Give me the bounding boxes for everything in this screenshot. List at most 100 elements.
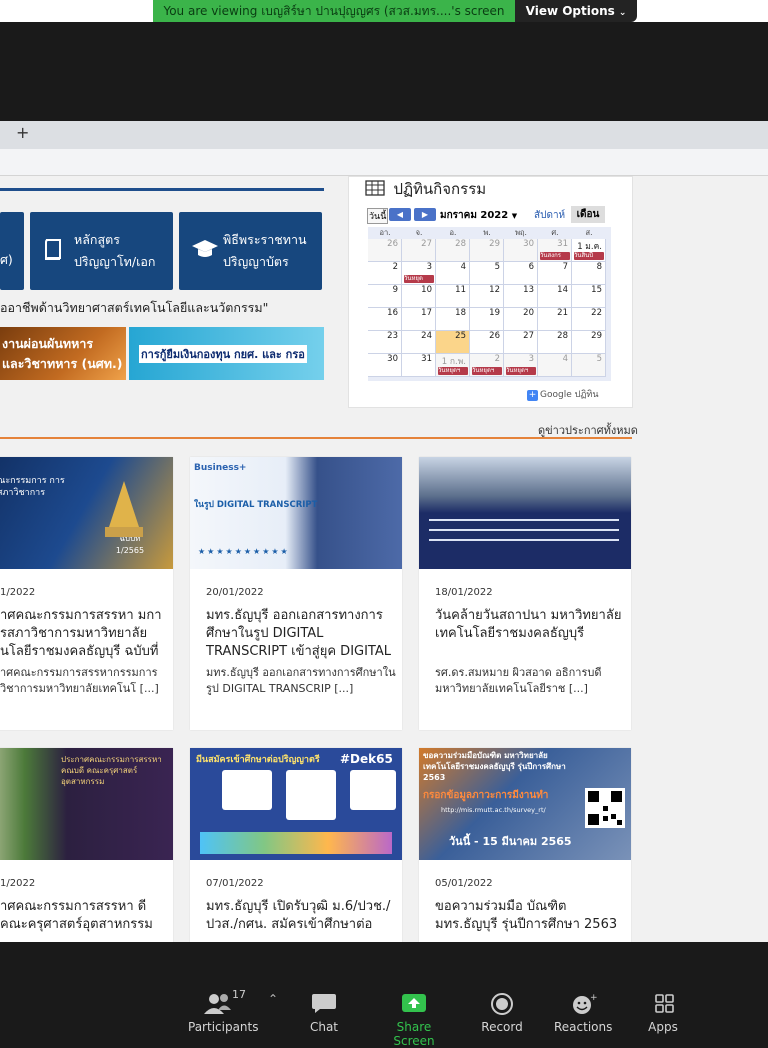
news-card[interactable]: Business+ ในรูป DIGITAL TRANSCRIPT ★★★★★… xyxy=(190,457,402,730)
calendar-event[interactable]: วันสงกร xyxy=(540,252,570,260)
caret-down-icon: ▼ xyxy=(511,212,518,220)
new-tab-button[interactable]: + xyxy=(16,123,29,142)
color-bands xyxy=(200,832,392,854)
calendar-day[interactable]: 20 xyxy=(504,308,538,331)
calendar-day[interactable]: 5 xyxy=(470,262,504,285)
calendar-day[interactable]: 4 xyxy=(436,262,470,285)
calendar-day[interactable]: 28 xyxy=(538,331,572,354)
calendar-dow: พ. xyxy=(483,228,491,237)
calendar-day[interactable]: 27 xyxy=(402,239,436,262)
calendar-day[interactable]: 10 xyxy=(402,285,436,308)
share-screen-button[interactable]: Share Screen xyxy=(375,992,453,1048)
quicklink-tile-graduate-programs[interactable]: หลักสูตร ปริญญาโท/เอก xyxy=(30,212,173,290)
calendar-day[interactable]: 19 xyxy=(470,308,504,331)
news-date: 18/01/2022 xyxy=(435,587,493,598)
calendar-dow: อา. xyxy=(379,228,391,237)
plus-icon: + xyxy=(527,390,538,401)
calendar-day[interactable]: 30 xyxy=(504,239,538,262)
military-service-banner[interactable]: งานผ่อนผันทหาร และวิชาทหาร (นศท.) xyxy=(0,327,126,380)
calendar-day[interactable]: 24 xyxy=(402,331,436,354)
calendar-event[interactable]: วันหยุดฯ xyxy=(506,367,536,375)
add-to-google-calendar[interactable]: + Google ปฏิทิน xyxy=(527,387,598,401)
calendar-day[interactable]: 31 xyxy=(402,354,436,377)
calendar-month-tab[interactable]: เดือน xyxy=(571,206,605,223)
calendar-day[interactable]: 26 xyxy=(470,331,504,354)
news-title: มทร.ธัญบุรี เปิดรับวุฒิ ม.6/ปวช./ ปวส./ก… xyxy=(206,899,391,932)
calendar-day[interactable]: 11 xyxy=(436,285,470,308)
calendar-title: ปฏิทินกิจกรรม xyxy=(365,177,486,201)
news-thumbnail: Business+ ในรูป DIGITAL TRANSCRIPT ★★★★★… xyxy=(190,457,402,569)
calendar-day[interactable]: 2 xyxy=(368,262,402,285)
calendar-event[interactable]: วันหยุดฯ xyxy=(438,367,468,375)
apps-button[interactable]: Apps xyxy=(644,992,682,1034)
calendar-event[interactable]: วันหยุดฯ xyxy=(472,367,502,375)
book-icon xyxy=(42,238,64,268)
view-options-button[interactable]: View Options ⌄ xyxy=(515,0,637,22)
calendar-day[interactable]: 29 xyxy=(470,239,504,262)
calendar-day[interactable]: 26 xyxy=(368,239,402,262)
quicklink-tile-graduation-ceremony[interactable]: พิธีพระราชทาน ปริญญาบัตร xyxy=(179,212,322,290)
calendar-dow: อ. xyxy=(449,228,457,237)
reactions-button[interactable]: + Reactions xyxy=(554,992,612,1034)
calendar-day[interactable]: 12 xyxy=(470,285,504,308)
thumbnail-badge: #Dek65 xyxy=(340,752,393,766)
calendar-day[interactable]: 29 xyxy=(572,331,606,354)
calendar-today-button[interactable]: วันนี้ xyxy=(367,208,389,224)
calendar-event[interactable]: วันสิ้นปี xyxy=(574,252,604,260)
screen-share-banner: You are viewing เบญสิร์ษา ปานปุญญศร (สวส… xyxy=(153,0,515,22)
calendar-day[interactable]: 22 xyxy=(572,308,606,331)
share-screen-label: Share Screen xyxy=(393,1020,435,1048)
calendar-month-select[interactable]: มกราคม 2022 ▼ xyxy=(440,208,517,223)
calendar-day[interactable]: 23 xyxy=(368,331,402,354)
news-title: วันคล้ายวันสถาปนา มหาวิทยาลัย เทคโนโลยีร… xyxy=(435,608,622,641)
calendar-day[interactable]: 4 xyxy=(538,354,572,377)
calendar-prev-button[interactable]: ◀ xyxy=(389,208,411,221)
news-card[interactable]: 18/01/2022 วันคล้ายวันสถาปนา มหาวิทยาลัย… xyxy=(419,457,631,730)
calendar-day[interactable]: 27 xyxy=(504,331,538,354)
record-button[interactable]: Record xyxy=(480,992,524,1034)
calendar-day[interactable]: 17 xyxy=(402,308,436,331)
calendar-next-button[interactable]: ▶ xyxy=(414,208,436,221)
calendar-day[interactable]: 8 xyxy=(572,262,606,285)
calendar-day[interactable]: 28 xyxy=(436,239,470,262)
news-card[interactable]: ณะกรรมการ การสภาวิชาการ ฉบับที่ 1/2565 1… xyxy=(0,457,173,730)
calendar-day[interactable]: 18 xyxy=(436,308,470,331)
participants-count: 17 xyxy=(232,988,246,1001)
calendar-month-label: มกราคม 2022 xyxy=(440,210,509,221)
participants-icon: 17 xyxy=(200,988,246,1016)
student-loan-banner[interactable]: การกู้ยืมเงินกองทุน กยศ. และ กรอ xyxy=(129,327,324,380)
participants-chevron-up-icon[interactable]: ⌃ xyxy=(268,992,278,1006)
news-title: าศคณะกรรมการสรรหา ดีคณะครุศาสตร์อุตสาหกร… xyxy=(0,899,153,932)
calendar-day[interactable]: 13 xyxy=(504,285,538,308)
participants-label: Participants xyxy=(188,1020,259,1034)
calendar-day[interactable]: 6 xyxy=(504,262,538,285)
chat-label: Chat xyxy=(309,1020,339,1034)
calendar-day[interactable]: 7 xyxy=(538,262,572,285)
news-thumbnail: มีนสมัครเข้าศึกษาต่อปริญญาตรี #Dek65 xyxy=(190,748,402,860)
thumbnail-text: ขอความร่วมมือบัณฑิต มหาวิทยาลัยเทคโนโลยี… xyxy=(423,751,566,782)
calendar-event[interactable]: วันหยุด xyxy=(404,275,434,283)
calendar-day[interactable]: 9 xyxy=(368,285,402,308)
news-card[interactable]: ประกาศคณะกรรมการสรรหาคณบดี คณะครุศาสตร์อ… xyxy=(0,748,173,942)
calendar-day[interactable]: 30 xyxy=(368,354,402,377)
calendar-day[interactable]: 16 xyxy=(368,308,402,331)
calendar-day[interactable]: 14 xyxy=(538,285,572,308)
quicklink-tile-partial[interactable]: ศ) xyxy=(0,212,24,290)
shared-screen: + ศ) หลักสูตร ปริญญาโท/เอก พิธีพระราชทาน… xyxy=(0,121,768,942)
news-card[interactable]: ขอความร่วมมือบัณฑิต มหาวิทยาลัยเทคโนโลยี… xyxy=(419,748,631,942)
thumbnail-text: ณะกรรมการ การสภาวิชาการ xyxy=(0,476,65,498)
calendar-day[interactable]: 21 xyxy=(538,308,572,331)
browser-address-bar[interactable] xyxy=(0,149,768,176)
news-card[interactable]: มีนสมัครเข้าศึกษาต่อปริญญาตรี #Dek65 07/… xyxy=(190,748,402,942)
participants-button[interactable]: 17 Participants xyxy=(188,988,259,1034)
chat-button[interactable]: Chat xyxy=(300,992,348,1034)
calendar-dow: จ. xyxy=(415,228,423,237)
calendar-week-tab[interactable]: สัปดาห์ xyxy=(534,208,565,223)
calendar-day[interactable]: 5 xyxy=(572,354,606,377)
calendar-day[interactable]: 15 xyxy=(572,285,606,308)
calendar-grid: อา. จ. อ. พ. พฤ. ศ. ส. 26 27 28 29 30 31 1 ม.ค. 2 3 4 5 6 7… xyxy=(368,227,611,381)
news-date: 07/01/2022 xyxy=(206,878,264,889)
google-calendar-label: ปฏิทิน xyxy=(574,390,599,400)
banner-line1: งานผ่อนผันทหาร xyxy=(2,336,94,351)
calendar-day[interactable]: 25 xyxy=(436,331,470,354)
